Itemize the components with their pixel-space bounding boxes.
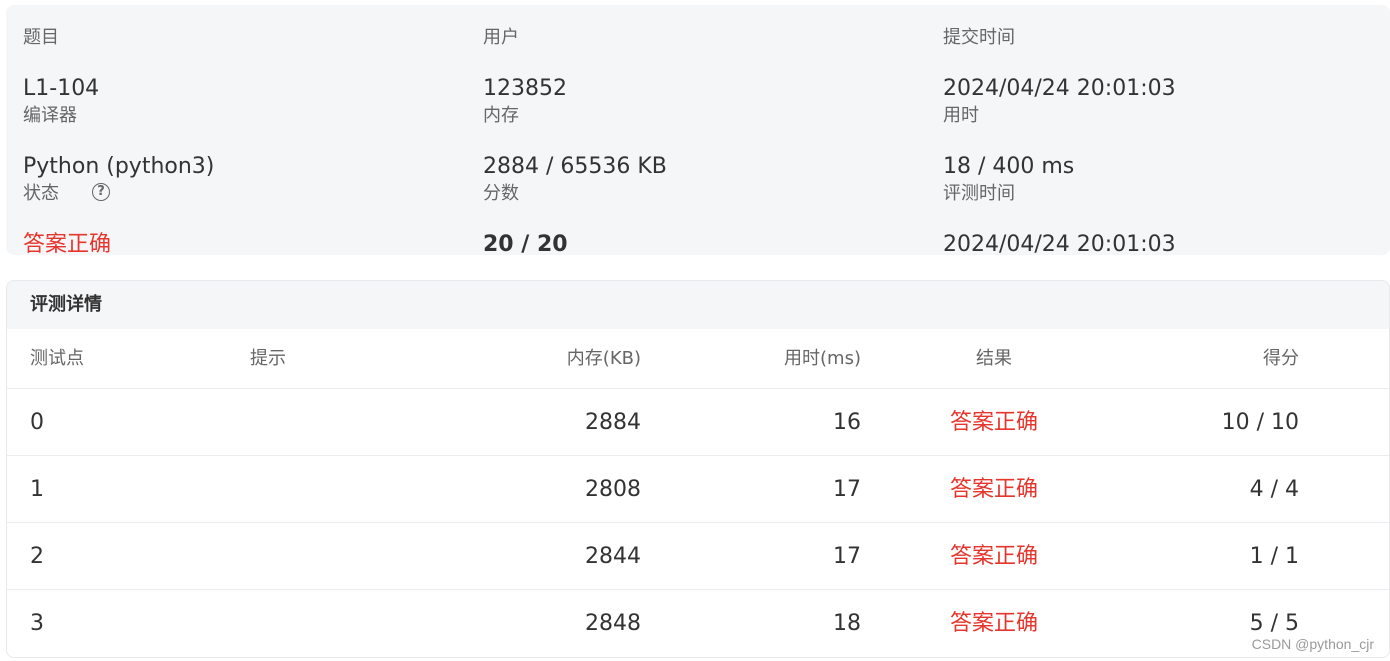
time-value: 18 / 400 ms bbox=[943, 154, 1075, 179]
memory-label: 内存 bbox=[483, 105, 519, 126]
judge-details-card: 评测详情 测试点 提示 内存(KB) 用时(ms) 结果 得分 0 2884 1… bbox=[6, 280, 1390, 658]
time-cell: 16 bbox=[833, 410, 861, 435]
question-circle-icon[interactable]: ? bbox=[92, 183, 110, 201]
memory-cell: 2808 bbox=[585, 477, 641, 502]
case-cell: 1 bbox=[30, 477, 44, 502]
details-title: 评测详情 bbox=[30, 294, 102, 315]
table-header: 测试点 提示 内存(KB) 用时(ms) 结果 得分 bbox=[7, 329, 1389, 389]
submit-time-label: 提交时间 bbox=[943, 27, 1015, 48]
case-cell: 2 bbox=[30, 544, 44, 569]
judge-time-value: 2024/04/24 20:01:03 bbox=[943, 232, 1176, 257]
user-value[interactable]: 123852 bbox=[483, 75, 567, 103]
time-label: 用时 bbox=[943, 105, 979, 126]
score-value: 20 / 20 bbox=[483, 232, 568, 257]
user-label: 用户 bbox=[483, 27, 519, 48]
column-header-case: 测试点 bbox=[30, 348, 84, 369]
status-value: 答案正确 bbox=[23, 232, 112, 257]
case-cell: 0 bbox=[30, 410, 44, 435]
column-header-result: 结果 bbox=[976, 348, 1012, 369]
time-cell: 17 bbox=[833, 477, 861, 502]
score-cell: 5 / 5 bbox=[1249, 611, 1299, 636]
watermark: CSDN @python_cjr bbox=[1251, 636, 1374, 652]
score-cell: 4 / 4 bbox=[1249, 477, 1299, 502]
time-cell: 17 bbox=[833, 544, 861, 569]
problem-label: 题目 bbox=[23, 27, 59, 48]
column-header-score: 得分 bbox=[1263, 348, 1299, 369]
score-cell: 10 / 10 bbox=[1221, 410, 1299, 435]
case-cell: 3 bbox=[30, 611, 44, 636]
score-cell: 1 / 1 bbox=[1249, 544, 1299, 569]
result-cell: 答案正确 bbox=[949, 410, 1038, 435]
result-cell: 答案正确 bbox=[949, 611, 1038, 636]
column-header-hint: 提示 bbox=[250, 348, 286, 369]
time-cell: 18 bbox=[833, 611, 861, 636]
submit-time-value: 2024/04/24 20:01:03 bbox=[943, 76, 1176, 101]
compiler-value: Python (python3) bbox=[23, 154, 215, 179]
memory-cell: 2848 bbox=[585, 611, 641, 636]
memory-value: 2884 / 65536 KB bbox=[483, 154, 667, 179]
table-row: 1 2808 17 答案正确 4 / 4 bbox=[7, 456, 1389, 523]
problem-value[interactable]: L1-104 bbox=[23, 75, 99, 103]
status-label: 状态 bbox=[23, 183, 59, 204]
column-header-time: 用时(ms) bbox=[784, 348, 861, 369]
table-row: 2 2844 17 答案正确 1 / 1 bbox=[7, 523, 1389, 590]
compiler-label: 编译器 bbox=[23, 105, 77, 126]
table-row: 0 2884 16 答案正确 10 / 10 bbox=[7, 389, 1389, 456]
table-row: 3 2848 18 答案正确 5 / 5 bbox=[7, 590, 1389, 657]
result-cell: 答案正确 bbox=[949, 477, 1038, 502]
memory-cell: 2844 bbox=[585, 544, 641, 569]
judge-time-label: 评测时间 bbox=[943, 183, 1015, 204]
result-cell: 答案正确 bbox=[949, 544, 1038, 569]
memory-cell: 2884 bbox=[585, 410, 641, 435]
details-header: 评测详情 bbox=[7, 281, 1389, 329]
submission-summary: 题目 L1-104 编译器 Python (python3) 状态 ? 答案正确… bbox=[6, 5, 1390, 257]
column-header-memory: 内存(KB) bbox=[566, 348, 641, 369]
score-label: 分数 bbox=[483, 183, 519, 204]
